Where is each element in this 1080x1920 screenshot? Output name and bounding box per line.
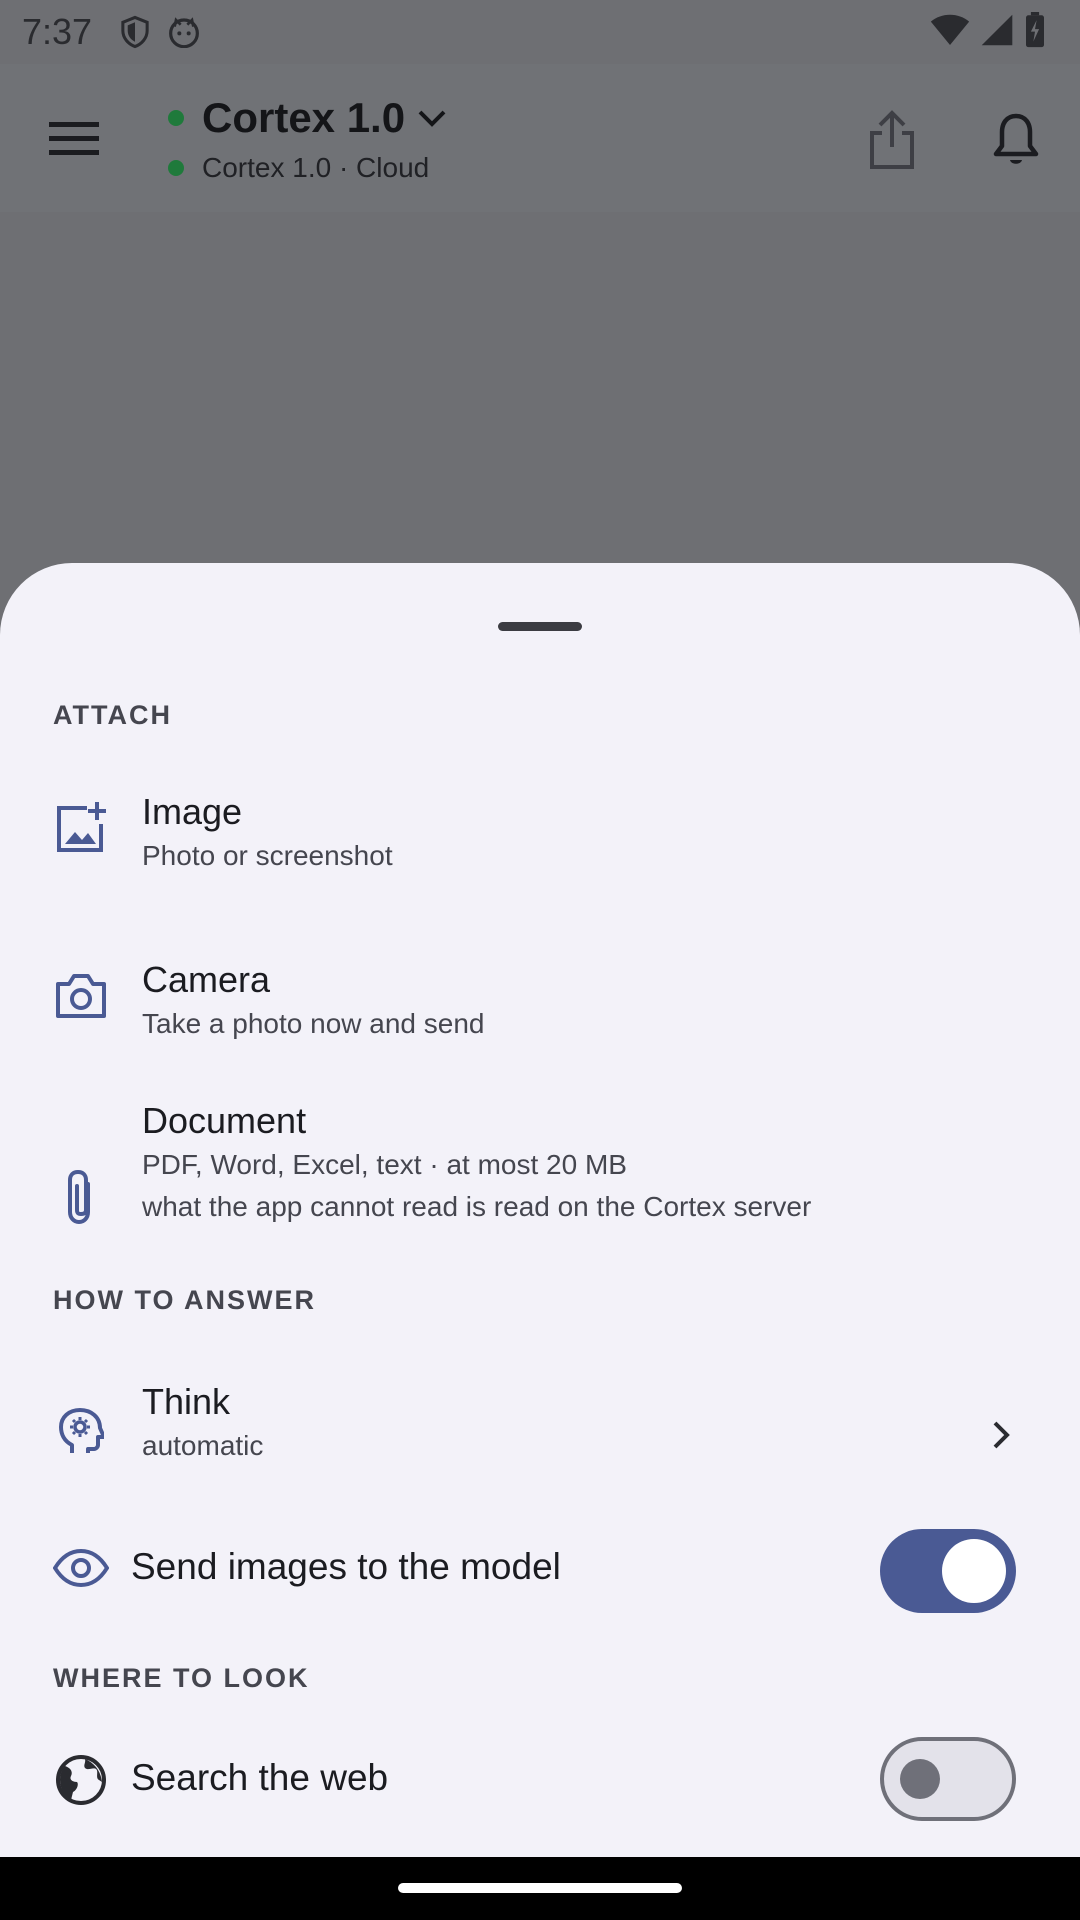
menu-icon — [49, 122, 99, 155]
camera-title: Camera — [142, 959, 271, 1000]
cloud-status-dot — [168, 160, 184, 176]
app-bar: Cortex 1.0 Cortex 1.0 · Cloud — [0, 64, 1080, 212]
send-images-row[interactable]: Send images to the model — [0, 1511, 1080, 1631]
wifi-icon — [930, 13, 970, 52]
attach-document-item[interactable]: Document PDF, Word, Excel, text · at mos… — [0, 1090, 1080, 1270]
model-selector[interactable]: Cortex 1.0 Cortex 1.0 · Cloud — [168, 94, 447, 184]
bell-icon — [993, 113, 1039, 164]
document-subtitle-server: what the app cannot read is read on the … — [142, 1191, 812, 1222]
add-photo-icon — [52, 799, 110, 857]
toggle-knob — [900, 1759, 940, 1799]
document-subtitle-limits: PDF, Word, Excel, text · at most 20 MB — [142, 1149, 627, 1180]
document-title: Document — [142, 1100, 307, 1141]
image-title: Image — [142, 791, 243, 832]
globe-icon — [52, 1751, 110, 1809]
search-web-row[interactable]: Search the web — [0, 1723, 1080, 1843]
status-time: 7:37 — [22, 11, 93, 52]
menu-button[interactable] — [44, 110, 104, 166]
eye-icon — [52, 1539, 110, 1597]
online-status-dot — [168, 110, 184, 126]
image-subtitle: Photo or screenshot — [142, 840, 393, 871]
section-header-attach: ATTACH — [53, 700, 172, 730]
think-title: Think — [142, 1381, 231, 1422]
drag-handle[interactable] — [498, 622, 582, 631]
search-web-label: Search the web — [131, 1757, 389, 1798]
share-icon — [870, 110, 914, 169]
paperclip-icon — [52, 1168, 110, 1226]
search-web-toggle[interactable] — [880, 1737, 1016, 1821]
battery-icon — [1024, 12, 1046, 53]
toggle-knob — [942, 1539, 1006, 1603]
screen: 7:37 Cortex 1.0 Cortex 1.0 · Cloud ATTAC… — [0, 0, 1080, 1920]
think-item[interactable]: Think automatic — [0, 1373, 1080, 1503]
page-title: Cortex 1.0 — [202, 94, 406, 141]
camera-subtitle: Take a photo now and send — [142, 1008, 485, 1039]
send-images-label: Send images to the model — [131, 1546, 561, 1587]
section-header-how-to-answer: HOW TO ANSWER — [53, 1285, 316, 1315]
psychology-icon — [52, 1403, 110, 1461]
section-header-where-to-look: WHERE TO LOOK — [53, 1663, 310, 1693]
camera-icon — [52, 967, 110, 1025]
think-subtitle: automatic — [142, 1430, 264, 1461]
notifications-button[interactable] — [986, 104, 1046, 176]
page-subtitle: Cortex 1.0 · Cloud — [202, 152, 430, 183]
cat-icon — [168, 16, 200, 48]
signal-icon — [980, 13, 1014, 52]
home-gesture-handle[interactable] — [398, 1883, 682, 1893]
attach-bottom-sheet: ATTACH Image Photo or screenshot Camera … — [0, 563, 1080, 1857]
attach-camera-item[interactable]: Camera Take a photo now and send — [0, 951, 1080, 1091]
status-bar: 7:37 — [0, 0, 1080, 64]
share-button[interactable] — [862, 104, 922, 176]
chevron-down-icon — [417, 108, 447, 128]
attach-image-item[interactable]: Image Photo or screenshot — [0, 783, 1080, 923]
shield-icon — [120, 15, 150, 49]
send-images-toggle[interactable] — [880, 1529, 1016, 1613]
navigation-bar — [0, 1857, 1080, 1920]
chevron-right-icon — [986, 1415, 1016, 1455]
